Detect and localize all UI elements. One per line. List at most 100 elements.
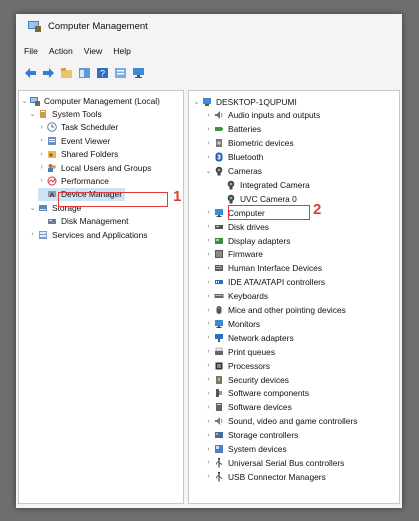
- console-tree-item-row[interactable]: Disk Management: [38, 215, 129, 228]
- device-tree-item-label: Firmware: [228, 249, 263, 260]
- disk-drive-icon: [214, 222, 224, 232]
- device-tree-item-row[interactable]: › Display adapters: [205, 234, 290, 247]
- storage-controller-icon: [214, 430, 224, 440]
- bluetooth-icon: [214, 152, 224, 162]
- expand-arrow-icon[interactable]: ›: [205, 279, 212, 286]
- console-tree-item-row[interactable]: › Performance: [38, 174, 109, 187]
- menu-action[interactable]: Action: [49, 46, 73, 56]
- device-manager-pane[interactable]: ⌄ DESKTOP-1QUPUMI › Audio inputs and output…: [188, 90, 400, 504]
- console-tree-item-row[interactable]: › Shared Folders: [38, 148, 118, 161]
- device-tree-item-label: Storage controllers: [228, 430, 299, 441]
- device-tree-item-row[interactable]: › Firmware: [205, 248, 263, 261]
- console-tree-pane[interactable]: ⌄ Computer Management (Local) ⌄ System Tool…: [18, 90, 184, 504]
- menu-help[interactable]: Help: [113, 46, 131, 56]
- system-device-icon: [214, 444, 224, 454]
- menu-view[interactable]: View: [84, 46, 102, 56]
- console-tree-item-row[interactable]: › Services and Applications: [29, 228, 147, 241]
- device-tree-item-row[interactable]: › Sound, video and game controllers: [205, 415, 357, 428]
- expand-arrow-icon[interactable]: ›: [205, 237, 212, 244]
- console-tree-item-row[interactable]: › Event Viewer: [38, 134, 110, 147]
- expand-arrow-icon[interactable]: ›: [38, 164, 45, 171]
- forward-arrow-icon[interactable]: [42, 67, 55, 79]
- device-tree-item-row[interactable]: › Mice and other pointing devices: [205, 304, 345, 317]
- device-tree-item-row[interactable]: › Software components: [205, 387, 309, 400]
- console-tree-item-row[interactable]: › Task Scheduler: [38, 121, 118, 134]
- display-adapter-icon: [214, 236, 224, 246]
- expand-arrow-icon[interactable]: ›: [205, 418, 212, 425]
- expand-arrow-icon[interactable]: ›: [205, 293, 212, 300]
- expand-arrow-icon[interactable]: ›: [205, 126, 212, 133]
- collapse-arrow-icon[interactable]: ⌄: [21, 97, 28, 105]
- console-tree-item-row[interactable]: › Local Users and Groups: [38, 161, 151, 174]
- device-tree-item-row[interactable]: › IDE ATA/ATAPI controllers: [205, 276, 325, 289]
- expand-arrow-icon[interactable]: ›: [205, 473, 212, 480]
- collapse-arrow-icon[interactable]: ⌄: [29, 110, 36, 118]
- device-tree-item-row[interactable]: ⌄ Cameras: [205, 165, 262, 178]
- device-tree-item-row[interactable]: › Disk drives: [205, 220, 269, 233]
- window-title: Computer Management: [48, 20, 148, 32]
- device-tree-item-label: Security devices: [228, 374, 289, 385]
- expand-arrow-icon[interactable]: ›: [205, 112, 212, 119]
- camera-icon: [226, 194, 236, 204]
- collapse-arrow-icon[interactable]: ⌄: [205, 167, 212, 175]
- expand-arrow-icon[interactable]: ›: [205, 459, 212, 466]
- device-tree-item-label: Integrated Camera: [240, 179, 310, 190]
- expand-arrow-icon[interactable]: ›: [38, 124, 45, 131]
- expand-arrow-icon[interactable]: ›: [205, 320, 212, 327]
- device-tree-item-row[interactable]: › System devices: [205, 443, 286, 456]
- expand-arrow-icon[interactable]: ›: [38, 151, 45, 158]
- device-tree-item-row[interactable]: › Monitors: [205, 317, 260, 330]
- device-tree-item-row[interactable]: › Keyboards: [205, 290, 268, 303]
- device-tree-item-row[interactable]: › Security devices: [205, 373, 289, 386]
- monitor-icon: [214, 208, 224, 218]
- device-tree-item-row[interactable]: UVC Camera 0: [217, 192, 297, 205]
- collapse-arrow-icon[interactable]: ⌄: [193, 98, 200, 106]
- expand-arrow-icon[interactable]: ›: [205, 334, 212, 341]
- show-hide-tree-icon[interactable]: [78, 67, 91, 79]
- expand-arrow-icon[interactable]: ›: [205, 376, 212, 383]
- expand-arrow-icon[interactable]: ›: [205, 362, 212, 369]
- console-tree-item-row[interactable]: ⌄ System Tools: [29, 107, 102, 120]
- expand-arrow-icon[interactable]: ›: [205, 390, 212, 397]
- device-tree-item-row[interactable]: › Network adapters: [205, 331, 293, 344]
- expand-arrow-icon[interactable]: ›: [205, 446, 212, 453]
- expand-arrow-icon[interactable]: ›: [205, 265, 212, 272]
- device-tree-item-row[interactable]: › Audio inputs and outputs: [205, 109, 320, 122]
- device-tree-item-row[interactable]: Integrated Camera: [217, 178, 310, 191]
- device-tree-item-row[interactable]: › Print queues: [205, 345, 275, 358]
- device-tree-item-row[interactable]: › Human Interface Devices: [205, 262, 322, 275]
- collapse-arrow-icon[interactable]: ⌄: [29, 204, 36, 212]
- callout-1: 1: [173, 188, 182, 205]
- expand-arrow-icon[interactable]: ›: [205, 404, 212, 411]
- back-arrow-icon[interactable]: [24, 67, 37, 79]
- expand-arrow-icon[interactable]: ›: [205, 348, 212, 355]
- software-component-icon: [214, 388, 224, 398]
- expand-arrow-icon[interactable]: ›: [205, 432, 212, 439]
- device-tree-item-row[interactable]: › Processors: [205, 359, 270, 372]
- expand-arrow-icon[interactable]: ›: [205, 140, 212, 147]
- device-tree-item-row[interactable]: › Batteries: [205, 123, 261, 136]
- device-tree-item-row[interactable]: › Storage controllers: [205, 429, 298, 442]
- help-icon[interactable]: ?: [96, 67, 109, 79]
- menu-file[interactable]: File: [24, 46, 38, 56]
- expand-arrow-icon[interactable]: ›: [38, 177, 45, 184]
- expand-arrow-icon[interactable]: ›: [29, 231, 36, 238]
- expand-arrow-icon[interactable]: ›: [205, 223, 212, 230]
- device-tree-item-row[interactable]: ⌄ DESKTOP-1QUPUMI: [193, 95, 297, 108]
- expand-arrow-icon[interactable]: ›: [205, 307, 212, 314]
- device-tree-item-row[interactable]: › Bluetooth: [205, 151, 263, 164]
- expand-arrow-icon[interactable]: ›: [205, 251, 212, 258]
- properties-icon[interactable]: [114, 67, 127, 79]
- monitor-icon[interactable]: [132, 67, 145, 79]
- expand-arrow-icon[interactable]: ›: [38, 137, 45, 144]
- device-tree-item-row[interactable]: › Biometric devices: [205, 137, 293, 150]
- up-folder-icon[interactable]: [60, 67, 73, 79]
- device-tree-item-label: Human Interface Devices: [228, 263, 323, 274]
- device-tree-item-row[interactable]: › USB Connector Managers: [205, 470, 326, 483]
- services-icon: [38, 230, 48, 240]
- console-tree-item-row[interactable]: ⌄ Computer Management (Local): [21, 94, 160, 107]
- expand-arrow-icon[interactable]: ›: [205, 154, 212, 161]
- device-tree-item-row[interactable]: › Universal Serial Bus controllers: [205, 456, 344, 469]
- expand-arrow-icon[interactable]: ›: [205, 209, 212, 216]
- device-tree-item-row[interactable]: › Software devices: [205, 401, 291, 414]
